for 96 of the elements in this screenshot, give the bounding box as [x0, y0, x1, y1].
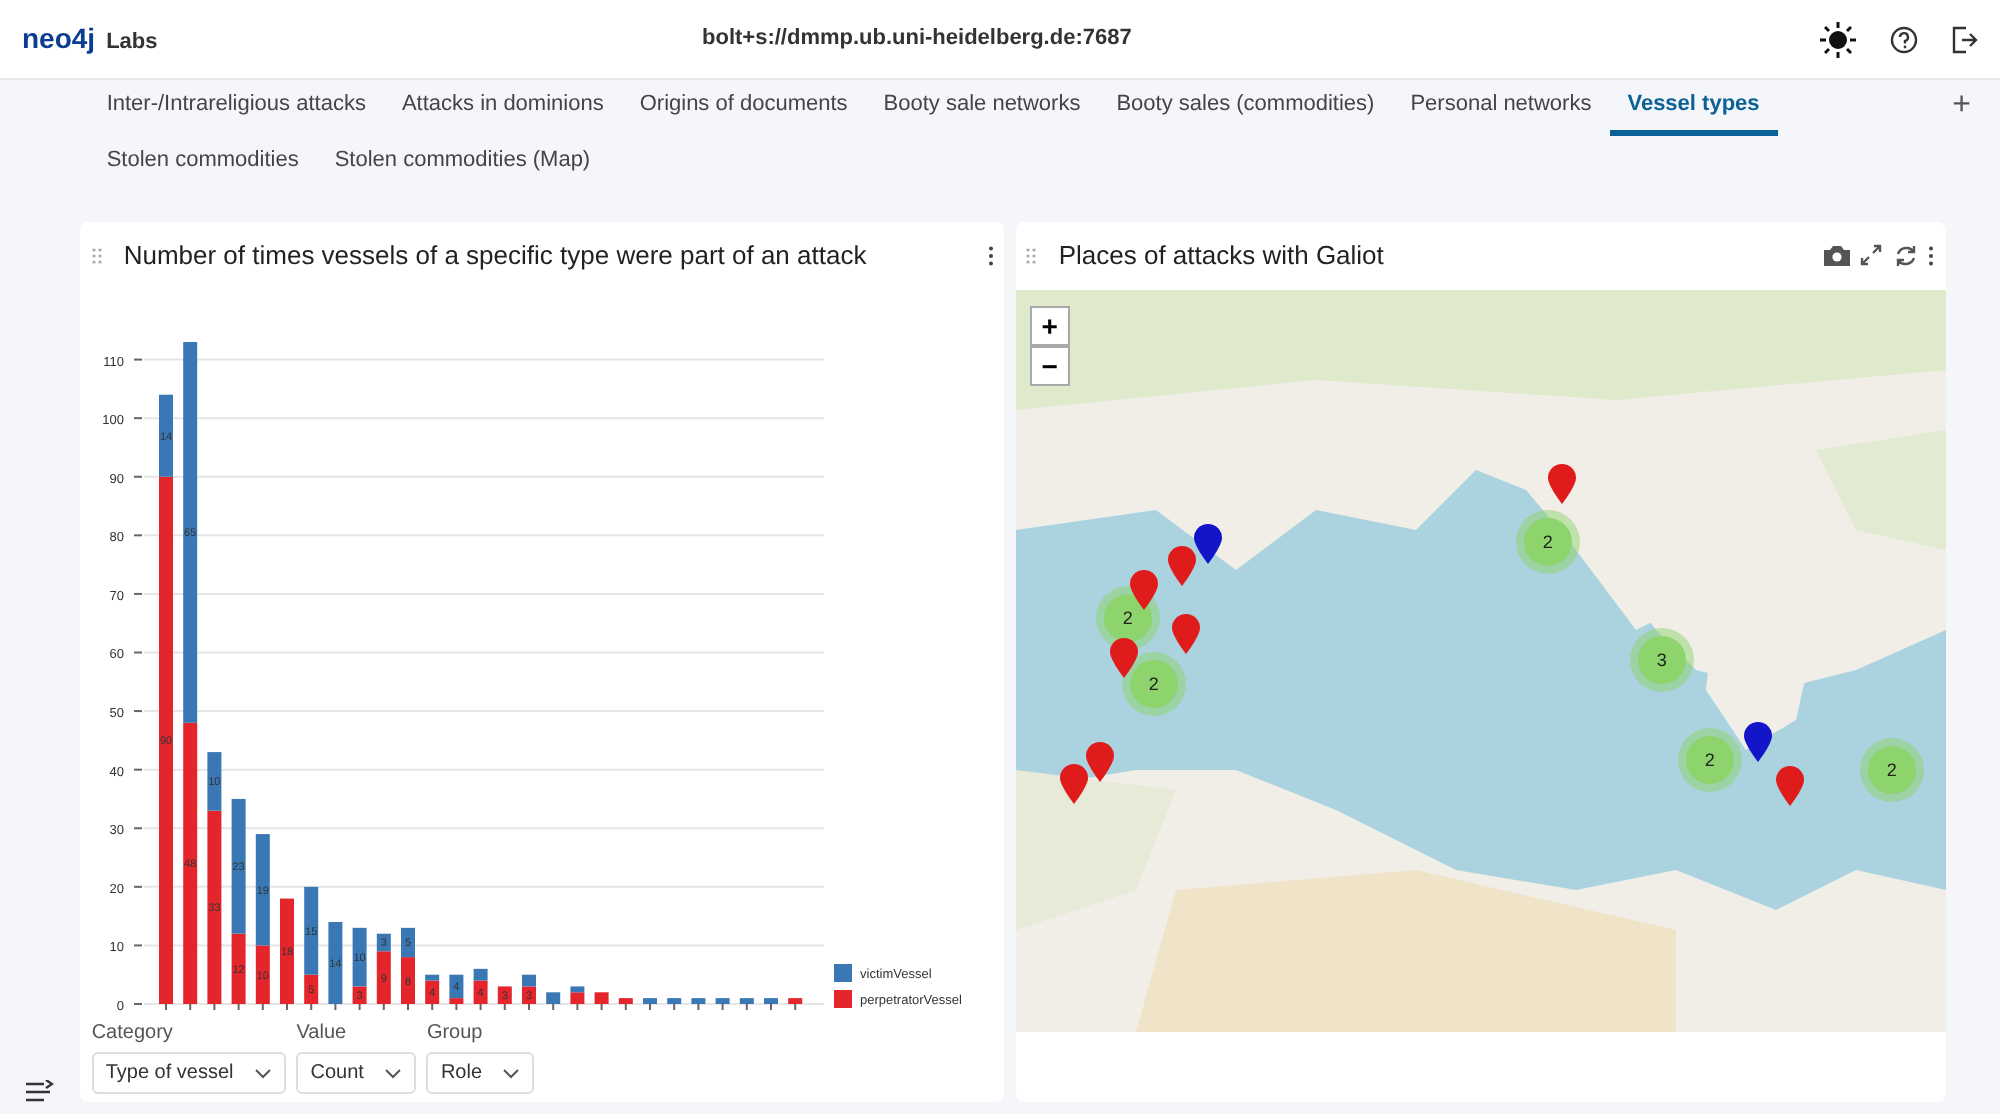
x-tick [431, 1002, 434, 1010]
y-tick [133, 767, 144, 770]
x-tick [456, 1002, 459, 1010]
x-tick [189, 1002, 192, 1010]
y-tick [133, 943, 144, 946]
logo-label: Labs [106, 28, 158, 58]
tab[interactable]: Personal networks [1392, 80, 1610, 136]
zoom-in-button[interactable]: + [1029, 305, 1070, 345]
dropdown[interactable]: Type of vessel [91, 1052, 286, 1095]
bar [667, 997, 682, 1003]
add-tab-button[interactable]: + [1934, 80, 1989, 136]
x-tick [746, 1002, 749, 1010]
y-tick [133, 884, 144, 887]
x-tick [165, 1002, 168, 1010]
tab[interactable]: Vessel types [1609, 80, 1778, 136]
x-tick [262, 1002, 265, 1010]
help-icon[interactable] [1889, 25, 1917, 53]
x-tick [673, 1002, 676, 1010]
drag-handle-icon[interactable] [1026, 247, 1037, 263]
bar [692, 997, 707, 1003]
selector-label: Category [91, 1019, 175, 1047]
legend-swatch [834, 989, 853, 1007]
chevron-icon [253, 1067, 272, 1080]
x-tick [383, 1002, 386, 1010]
x-tick [480, 1002, 483, 1010]
map-pin[interactable] [1547, 463, 1576, 503]
x-tick [722, 1002, 725, 1010]
x-tick [359, 1002, 362, 1010]
bar [595, 991, 610, 1003]
bar [716, 997, 731, 1003]
tab[interactable]: Origins of documents [621, 80, 866, 136]
y-tick [133, 533, 144, 536]
report-title: Places of attacks with Galiot [1058, 237, 1386, 274]
x-tick [310, 1002, 313, 1010]
bar [498, 985, 513, 1003]
y-tick [133, 357, 144, 360]
x-tick [238, 1002, 241, 1010]
map-pin[interactable] [1085, 741, 1114, 781]
selector-label: Value [296, 1019, 349, 1047]
drag-handle-icon[interactable] [91, 247, 102, 263]
chevron-icon [502, 1067, 521, 1080]
x-tick [286, 1002, 289, 1010]
menu-icon[interactable] [1928, 245, 1935, 265]
x-tick [698, 1002, 701, 1010]
tab[interactable]: Attacks in dominions [383, 80, 622, 136]
x-tick [577, 1002, 580, 1010]
zoom-out-button[interactable]: − [1029, 345, 1070, 385]
bar [740, 997, 755, 1003]
x-tick [214, 1002, 217, 1010]
bar [546, 991, 561, 1003]
connection-url: bolt+s://dmmp.ub.uni-heidelberg.de:7687 [702, 26, 1132, 51]
tab[interactable]: Booty sale networks [865, 80, 1099, 136]
menu-icon[interactable] [987, 245, 994, 265]
bar [764, 997, 779, 1003]
fullscreen-icon[interactable] [1860, 244, 1883, 266]
x-tick [794, 1002, 797, 1010]
bar [788, 997, 803, 1003]
refresh-icon[interactable] [1893, 243, 1918, 267]
x-tick [649, 1002, 652, 1010]
y-tick [133, 650, 144, 653]
chevron-icon [383, 1067, 402, 1080]
y-tick [133, 416, 144, 419]
tab[interactable]: Inter-/Intrareligious attacks [88, 80, 384, 136]
x-tick [625, 1002, 628, 1010]
x-tick [601, 1002, 604, 1010]
expand-icon[interactable] [26, 1079, 55, 1103]
dropdown[interactable]: Count [296, 1052, 416, 1095]
selector-label: Group [426, 1019, 485, 1047]
x-tick [528, 1002, 531, 1010]
y-tick [133, 826, 144, 829]
x-tick [552, 1002, 555, 1010]
bar [643, 997, 658, 1003]
map-pin[interactable] [1059, 763, 1088, 803]
bar [619, 997, 634, 1003]
y-tick [133, 474, 144, 477]
legend-swatch [834, 963, 853, 981]
x-tick [335, 1002, 338, 1010]
map-pin[interactable] [1743, 721, 1772, 761]
bar [329, 921, 344, 1003]
tab[interactable]: Booty sales (commodities) [1098, 80, 1393, 136]
logo: neo4j [22, 20, 96, 58]
camera-icon[interactable] [1823, 244, 1850, 266]
dropdown[interactable]: Role [426, 1052, 535, 1095]
x-tick [770, 1002, 773, 1010]
report-title: Number of times vessels of a specific type were part of an attack [123, 237, 869, 274]
y-tick [133, 709, 144, 712]
sun-icon[interactable] [1820, 21, 1856, 57]
bar [280, 897, 295, 1003]
logout-icon[interactable] [1950, 25, 1978, 53]
tab[interactable]: Stolen commodities (Map) [316, 136, 609, 192]
tab[interactable]: Stolen commodities [88, 136, 317, 192]
y-tick [133, 1002, 144, 1004]
map-pin[interactable] [1193, 523, 1222, 563]
x-tick [407, 1002, 410, 1010]
y-tick [133, 591, 144, 594]
x-tick [504, 1002, 507, 1010]
